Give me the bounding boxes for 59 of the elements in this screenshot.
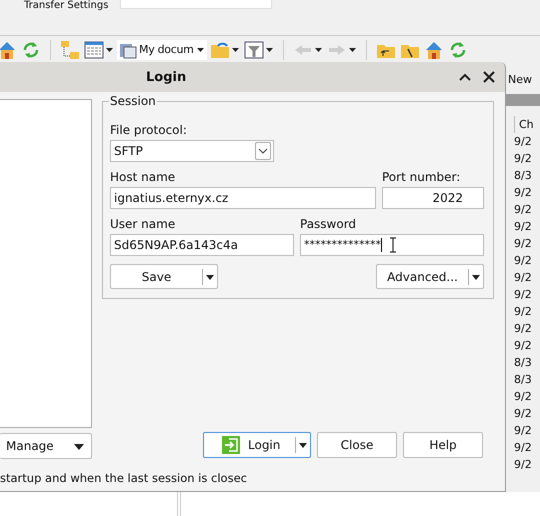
table-cell-text: 9/2	[514, 253, 533, 269]
text-cursor-icon	[390, 237, 396, 253]
table-cell-text: 8/3	[514, 372, 533, 388]
column-header[interactable]: Ch	[514, 116, 540, 133]
input-field[interactable]: 2022	[382, 187, 484, 209]
dialog-button[interactable]: Close	[317, 432, 397, 458]
list-view-icon	[84, 40, 104, 60]
dialog-button[interactable]: Help	[403, 432, 483, 458]
table-cell-text: 9/2	[514, 338, 533, 354]
table-cell-text: 9/2	[514, 457, 533, 473]
table-cell-text: 9/2	[514, 270, 533, 286]
filter-icon	[244, 40, 264, 60]
field-label: Host name	[110, 170, 176, 184]
table-cell-text: 8/3	[514, 355, 533, 371]
table-cell-text: 9/2	[514, 423, 533, 439]
group-label: Session	[109, 94, 157, 108]
input-field[interactable]	[120, 0, 272, 9]
chevron-up-icon[interactable]	[459, 72, 471, 82]
window-title: Login	[146, 70, 186, 84]
house-icon	[0, 40, 17, 60]
filter-button[interactable]	[242, 38, 275, 60]
location-dropdown[interactable]: My docum	[117, 40, 207, 60]
table-cell-text: 9/2	[514, 389, 533, 405]
table-cell-text: 8/3	[514, 168, 533, 184]
list-view-button[interactable]	[83, 38, 115, 60]
field-label: File protocol:	[110, 123, 188, 137]
house-icon	[424, 40, 444, 60]
advanced-button[interactable]: Advanced...	[376, 264, 484, 289]
status-text: startup and when the last session is closec	[0, 470, 248, 485]
input-field[interactable]: ignatius.eternyx.cz	[110, 187, 376, 209]
table-cell-text: 9/2	[514, 219, 533, 235]
login-button[interactable]: Login	[203, 432, 311, 458]
refresh-icon	[21, 40, 41, 60]
caret-icon	[73, 441, 85, 451]
caret-icon	[299, 440, 307, 450]
login-icon	[222, 436, 240, 454]
table-cell-text: 9/2	[514, 287, 533, 303]
close-icon[interactable]	[483, 71, 495, 83]
input-field[interactable]: Sd65N9AP.6a143c4a	[110, 234, 294, 256]
table-cell-text: 9/2	[514, 134, 533, 150]
save-button[interactable]: Save	[110, 264, 218, 289]
toolbar-label: Transfer Settings	[24, 0, 108, 11]
tab[interactable]: New	[508, 73, 540, 87]
manage-button[interactable]: Manage	[0, 433, 92, 459]
table-cell-text: 9/2	[514, 185, 533, 201]
table-cell-text: 9/2	[514, 202, 533, 218]
table-cell-text: 9/2	[514, 236, 533, 252]
chevron-down-icon	[258, 147, 268, 155]
table-cell-text: 9/2	[514, 304, 533, 320]
folder-tree-icon	[60, 40, 80, 60]
field-label: User name	[110, 217, 176, 231]
protocol-dropdown[interactable]: SFTP	[110, 140, 274, 162]
field-label: Port number:	[382, 170, 462, 184]
field-label: Password	[300, 217, 358, 231]
table-cell-text: 9/2	[514, 440, 533, 456]
table-cell-text: 9/2	[514, 406, 533, 422]
table-cell-text: 9/2	[514, 321, 533, 337]
table-cell-text: 9/2	[514, 151, 533, 167]
password-field[interactable]: **************	[300, 234, 484, 256]
